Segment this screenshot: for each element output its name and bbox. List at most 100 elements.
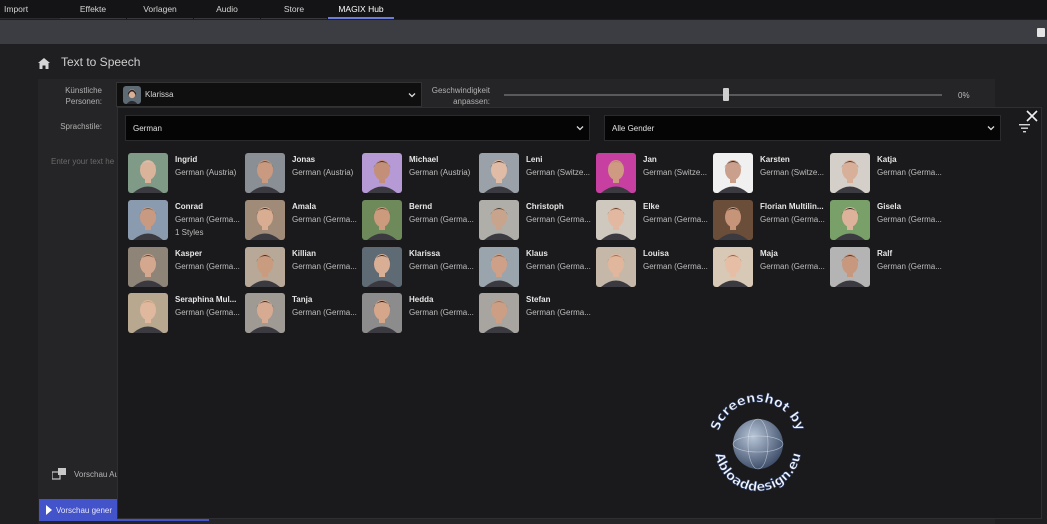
voice-card[interactable]: Tanja German (Germa... <box>245 293 361 335</box>
voice-name: Killian <box>292 249 317 258</box>
voice-card[interactable]: Klarissa German (Germa... <box>362 247 478 289</box>
tab-audio[interactable]: Audio <box>194 0 260 19</box>
voice-language: German (Germa... <box>877 215 942 224</box>
language-value: German <box>133 123 162 133</box>
voice-card[interactable]: Christoph German (Germa... <box>479 200 595 242</box>
voice-language: German (Germa... <box>175 308 240 317</box>
voice-language: German (Germa... <box>526 215 591 224</box>
voice-name: Ralf <box>877 249 893 258</box>
tab-effekte[interactable]: Effekte <box>60 0 126 19</box>
voice-avatar <box>362 247 402 287</box>
voice-avatar <box>713 247 753 287</box>
voice-avatar <box>830 247 870 287</box>
voice-name: Conrad <box>175 202 203 211</box>
persona-select[interactable]: Klarissa <box>116 82 422 107</box>
voice-card[interactable]: Hedda German (Germa... <box>362 293 478 335</box>
voice-card[interactable]: Ralf German (Germa... <box>830 247 946 289</box>
voice-card[interactable]: Leni German (Switze... <box>479 153 595 195</box>
voice-language: German (Germa... <box>877 262 942 271</box>
voice-avatar <box>479 200 519 240</box>
voice-name: Gisela <box>877 202 902 211</box>
voice-language: German (Germa... <box>292 215 357 224</box>
voice-name: Klaus <box>526 249 548 258</box>
voice-card[interactable]: Michael German (Austria) <box>362 153 478 195</box>
voice-avatar <box>479 153 519 193</box>
voice-card[interactable]: Jan German (Switze... <box>596 153 712 195</box>
voice-card[interactable]: Seraphina Mul... German (Germa... <box>128 293 244 335</box>
voice-card[interactable]: Kasper German (Germa... <box>128 247 244 289</box>
voice-avatar <box>362 293 402 333</box>
voice-avatar <box>245 293 285 333</box>
voice-avatar <box>128 293 168 333</box>
chevron-down-icon <box>408 92 416 97</box>
watermark-seal: Screenshot by Abloaddesign.eu <box>708 391 808 496</box>
language-dropdown[interactable]: German <box>125 115 590 141</box>
voice-avatar <box>713 153 753 193</box>
voice-avatar <box>362 200 402 240</box>
voice-card[interactable]: Jonas German (Austria) <box>245 153 361 195</box>
toolbar-panel-icon[interactable] <box>1037 28 1045 37</box>
voice-card[interactable]: Elke German (Germa... <box>596 200 712 242</box>
voice-avatar <box>128 200 168 240</box>
home-icon[interactable] <box>38 58 50 69</box>
voice-avatar <box>245 247 285 287</box>
voice-language: German (Germa... <box>877 168 942 177</box>
voice-card[interactable]: Conrad German (Germa... 1 Styles <box>128 200 244 242</box>
voice-name: Kasper <box>175 249 203 258</box>
persona-label: Künstliche Personen: <box>65 86 102 106</box>
gender-dropdown[interactable]: Alle Gender <box>604 115 1001 141</box>
voice-language: German (Germa... <box>760 215 825 224</box>
tab-store[interactable]: Store <box>261 0 327 19</box>
voice-name: Tanja <box>292 295 313 304</box>
voice-card[interactable]: Klaus German (Germa... <box>479 247 595 289</box>
voice-name: Bernd <box>409 202 433 211</box>
voice-avatar <box>245 153 285 193</box>
voice-card[interactable]: Maja German (Germa... <box>713 247 829 289</box>
close-icon[interactable] <box>1025 109 1039 123</box>
voice-avatar <box>245 200 285 240</box>
voice-language: German (Switze... <box>760 168 825 177</box>
menu-spacer <box>395 0 1047 19</box>
speed-value: 0% <box>958 91 970 100</box>
voice-language: German (Germa... <box>175 215 240 224</box>
filter-icon[interactable] <box>1019 124 1030 133</box>
voice-language: German (Austria) <box>409 168 471 177</box>
speed-slider-thumb[interactable] <box>723 88 729 101</box>
styles-label: Sprachstile: <box>60 122 102 131</box>
preview-auto-toggle[interactable]: Vorschau Au <box>52 468 119 480</box>
voice-card[interactable]: Amala German (Germa... <box>245 200 361 242</box>
voice-name: Jan <box>643 155 657 164</box>
voice-name: Leni <box>526 155 543 164</box>
voice-card[interactable]: Gisela German (Germa... <box>830 200 946 242</box>
text-input[interactable]: Enter your text he <box>51 157 114 166</box>
tab-magix-hub[interactable]: MAGIX Hub <box>328 0 394 19</box>
voice-card[interactable]: Ingrid German (Austria) <box>128 153 244 195</box>
voice-avatar <box>830 200 870 240</box>
voice-card[interactable]: Killian German (Germa... <box>245 247 361 289</box>
voice-card[interactable]: Stefan German (Germa... <box>479 293 595 335</box>
voice-card[interactable]: Florian Multilin... German (Germa... <box>713 200 829 242</box>
persona-value: Klarissa <box>145 90 174 99</box>
voice-name: Louisa <box>643 249 669 258</box>
voice-card[interactable]: Louisa German (Germa... <box>596 247 712 289</box>
tab-vorlagen[interactable]: Vorlagen <box>127 0 193 19</box>
voice-card[interactable]: Karsten German (Switze... <box>713 153 829 195</box>
voice-language: German (Germa... <box>526 262 591 271</box>
generate-preview-button[interactable]: Vorschau gener <box>39 499 119 521</box>
voice-name: Michael <box>409 155 439 164</box>
page-title: Text to Speech <box>61 55 141 69</box>
voice-name: Hedda <box>409 295 434 304</box>
preview-auto-icon <box>52 468 66 480</box>
voice-language: German (Austria) <box>175 168 237 177</box>
voice-card[interactable]: Katja German (Germa... <box>830 153 946 195</box>
voice-name: Elke <box>643 202 660 211</box>
voice-avatar <box>713 200 753 240</box>
voice-language: German (Germa... <box>526 308 591 317</box>
tab-import[interactable]: Import <box>0 0 60 19</box>
voice-avatar <box>596 247 636 287</box>
voice-language: German (Germa... <box>760 262 825 271</box>
voice-styles-count: 1 Styles <box>175 228 204 237</box>
voice-card[interactable]: Bernd German (Germa... <box>362 200 478 242</box>
voice-language: German (Germa... <box>409 308 474 317</box>
top-menu: Import Effekte Vorlagen Audio Store MAGI… <box>0 0 1047 19</box>
